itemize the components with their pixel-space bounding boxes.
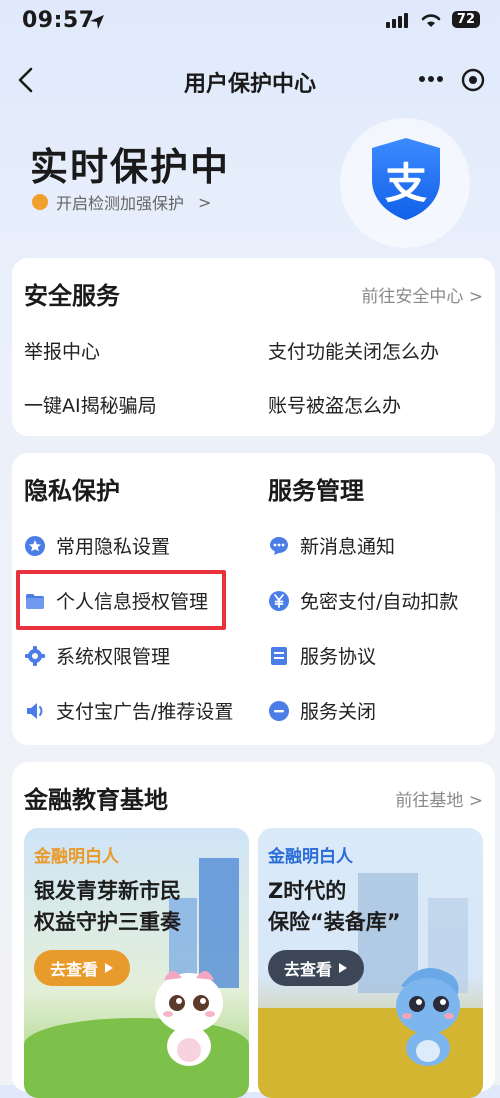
status-icons: 72 — [385, 11, 480, 28]
location-arrow-icon — [90, 15, 104, 29]
service-close-label: 服务关闭 — [300, 701, 377, 723]
message-notification-label: 新消息通知 — [300, 536, 396, 558]
wifi-icon — [421, 13, 441, 27]
minus-icon — [269, 700, 289, 721]
passwordless-payment-item[interactable]: 免密支付/自动扣款 — [268, 587, 458, 614]
protection-status-title: 实时保护中 — [30, 145, 231, 189]
tile-view-button[interactable]: 去查看 — [34, 950, 131, 986]
security-services-title: 安全服务 — [24, 282, 120, 310]
tile-view-button[interactable]: 去查看 — [268, 950, 365, 986]
enable-detection-link[interactable]: 开启检测加强保护 > — [32, 190, 211, 214]
pink-mascot-illustration — [155, 970, 223, 1066]
play-arrow-icon — [339, 963, 348, 973]
tile-headline-line1: Z时代的 — [268, 879, 347, 903]
go-security-center-link[interactable]: 前往安全中心 > — [361, 282, 483, 307]
status-dot-icon — [32, 194, 48, 210]
service-agreement-label: 服务协议 — [300, 646, 377, 668]
signal-icon — [385, 12, 408, 28]
tile-headline-line2: 权益守护三重奏 — [34, 910, 181, 934]
payment-disabled-help-link[interactable]: 支付功能关闭怎么办 — [268, 337, 439, 364]
alipay-logo-char: 支 — [384, 159, 427, 208]
tile-headline-line1: 银发青芽新市民 — [34, 879, 181, 903]
tile-headline-line2: 保险“装备库” — [268, 910, 401, 934]
star-shield-icon — [25, 535, 45, 556]
chat-icon — [270, 536, 288, 555]
message-notification-item[interactable]: 新消息通知 — [268, 532, 395, 559]
battery-badge: 72 — [451, 11, 480, 28]
speaker-icon — [27, 702, 43, 719]
system-permissions-label: 系统权限管理 — [56, 646, 171, 668]
finance-education-card: 金融教育基地 前往基地 > 金融明白人 银发青芽新市民 权益守护三重奏 去查看 … — [12, 762, 495, 1098]
yen-icon — [269, 590, 289, 611]
highlight-box — [16, 570, 226, 630]
go-education-base-link[interactable]: 前往基地 > — [395, 786, 483, 811]
system-permissions-item[interactable]: 系统权限管理 — [24, 642, 170, 669]
privacy-settings-item[interactable]: 常用隐私设置 — [24, 532, 170, 559]
status-time: 09:57 — [22, 8, 95, 33]
ad-recommend-settings-label: 支付宝广告/推荐设置 — [56, 701, 234, 723]
service-close-item[interactable]: 服务关闭 — [268, 697, 376, 724]
tile-kicker: 金融明白人 — [268, 847, 353, 867]
close-miniapp-icon[interactable] — [461, 68, 485, 92]
tile-view-label: 去查看 — [284, 960, 333, 979]
service-management-title: 服务管理 — [268, 477, 364, 505]
finance-tile-silver[interactable]: 金融明白人 银发青芽新市民 权益守护三重奏 去查看 — [24, 828, 249, 1098]
finance-tile-insurance[interactable]: 金融明白人 Z时代的 保险“装备库” 去查看 — [258, 828, 483, 1098]
blue-mascot-illustration — [396, 968, 460, 1066]
tile-view-label: 去查看 — [50, 960, 99, 979]
ad-recommend-settings-item[interactable]: 支付宝广告/推荐设置 — [24, 697, 233, 724]
tile-kicker: 金融明白人 — [34, 847, 119, 867]
document-icon — [271, 646, 287, 665]
account-stolen-help-link[interactable]: 账号被盗怎么办 — [268, 391, 401, 418]
privacy-protection-title: 隐私保护 — [24, 477, 120, 505]
security-services-card: 安全服务 前往安全中心 > 举报中心 支付功能关闭怎么办 一键AI揭秘骗局 账号… — [12, 258, 495, 436]
finance-education-title: 金融教育基地 — [24, 786, 168, 814]
privacy-settings-label: 常用隐私设置 — [56, 536, 171, 558]
gear-icon — [25, 645, 45, 666]
more-icon[interactable] — [418, 74, 444, 84]
ai-scam-reveal-link[interactable]: 一键AI揭秘骗局 — [24, 391, 157, 418]
chevron-right-icon: > — [198, 192, 212, 212]
passwordless-payment-label: 免密支付/自动扣款 — [300, 591, 459, 613]
service-agreement-item[interactable]: 服务协议 — [268, 642, 376, 669]
report-center-link[interactable]: 举报中心 — [24, 337, 100, 364]
play-arrow-icon — [105, 963, 114, 973]
enable-detection-label: 开启检测加强保护 — [56, 194, 185, 213]
